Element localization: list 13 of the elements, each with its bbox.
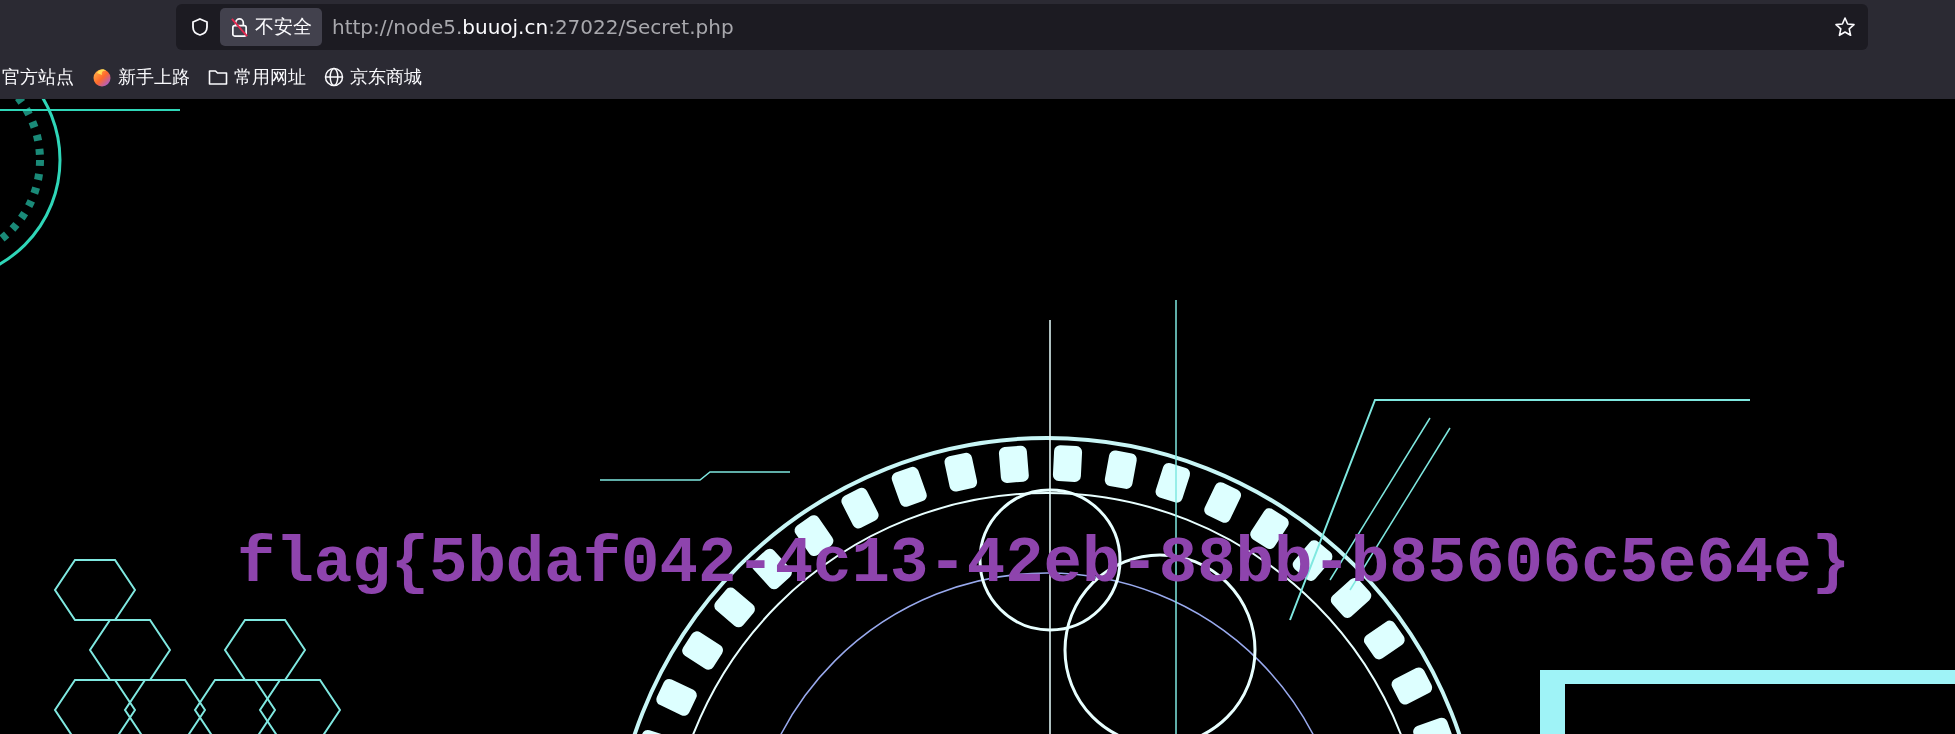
bookmark-item[interactable]: 常用网址	[208, 65, 306, 89]
folder-icon	[208, 68, 228, 86]
bookmark-item[interactable]: 官方站点	[2, 65, 74, 89]
fox-logo-icon	[92, 67, 112, 87]
not-secure-button[interactable]: 不安全	[220, 8, 322, 46]
bookmark-item[interactable]: 新手上路	[92, 65, 190, 89]
crossed-lock-icon	[230, 16, 249, 38]
address-bar[interactable]: 不安全 http://node5.buuoj.cn:27022/Secret.php	[176, 4, 1868, 50]
bookmark-star-icon[interactable]	[1834, 16, 1856, 38]
shield-icon[interactable]	[190, 17, 210, 37]
bookmark-item[interactable]: 京东商城	[324, 65, 422, 89]
url-text[interactable]: http://node5.buuoj.cn:27022/Secret.php	[332, 15, 1834, 39]
globe-icon	[324, 67, 344, 87]
